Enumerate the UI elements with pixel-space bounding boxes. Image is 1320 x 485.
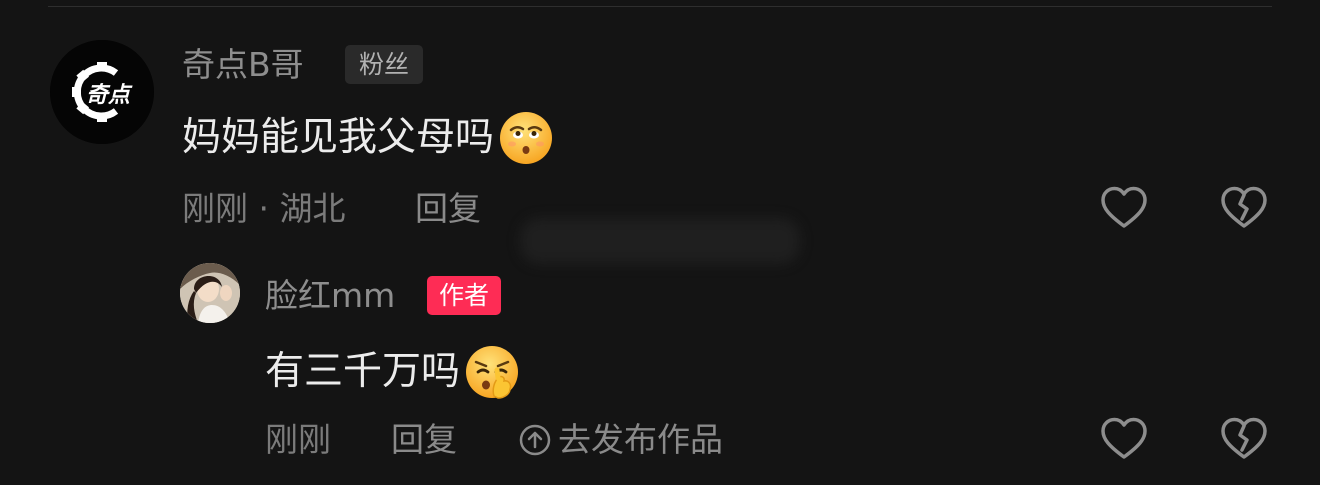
dislike-button-comment[interactable] [1219, 183, 1269, 233]
reply-reply-button[interactable]: 回复 [391, 420, 457, 460]
like-button-comment[interactable] [1099, 183, 1149, 233]
broken-heart-icon [1221, 417, 1267, 459]
reply-text: 有三千万吗 [265, 349, 461, 394]
broken-heart-icon [1221, 186, 1267, 228]
reply-time: 刚刚 [265, 420, 331, 459]
dislike-button-reply[interactable] [1219, 414, 1269, 464]
comment-time-location: 刚刚 · 湖北 [182, 189, 346, 228]
comment-text-row: 妈妈能见我父母吗 [182, 110, 554, 166]
qidian-logo-icon: 奇点 [50, 40, 154, 144]
publish-work-label: 去发布作品 [558, 420, 723, 459]
up-arrow-circle-icon [519, 424, 551, 456]
shushing-face-emoji-icon [464, 344, 520, 400]
avatar-reply-user[interactable] [180, 263, 240, 323]
avatar-main-user[interactable]: 奇点 [50, 40, 154, 144]
heart-outline-icon [1101, 186, 1147, 228]
author-avatar-photo [180, 263, 240, 323]
reply-text-row: 有三千万吗 [265, 344, 520, 400]
heart-outline-icon [1101, 417, 1147, 459]
top-divider [48, 6, 1272, 7]
comment-text: 妈妈能见我父母吗 [182, 115, 495, 160]
blurred-overlay [520, 218, 800, 264]
publish-work-link[interactable]: 去发布作品 [518, 420, 723, 460]
author-badge: 作者 [427, 276, 502, 315]
fan-badge: 粉丝 [345, 45, 424, 84]
like-button-reply[interactable] [1099, 414, 1149, 464]
comment-reply-button[interactable]: 回复 [415, 189, 481, 229]
reply-author-name[interactable]: 脸红mm [265, 276, 395, 316]
rolling-eyes-emoji-icon [498, 110, 554, 166]
comment-author-name[interactable]: 奇点B哥 [182, 45, 304, 85]
avatar-main-text: 奇点 [86, 83, 133, 108]
